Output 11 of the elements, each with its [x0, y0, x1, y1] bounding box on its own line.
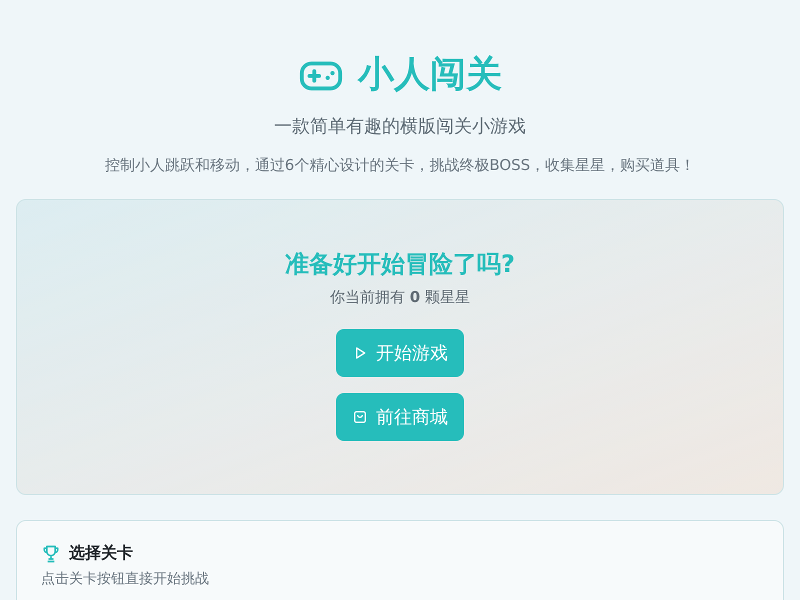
hero-heading: 准备好开始冒险了吗? [285, 249, 515, 280]
trophy-icon [41, 544, 61, 564]
description: 控制小人跳跃和移动，通过6个精心设计的关卡，挑战终极BOSS，收集星星，购买道具！ [104, 156, 696, 175]
section-title: 选择关卡 [69, 543, 133, 564]
section-hint: 点击关卡按钮直接开始挑战 [41, 570, 210, 588]
subtitle: 一款简单有趣的横版闯关小游戏 [274, 115, 526, 138]
star-count-text: 你当前拥有 0 颗星星 [330, 288, 470, 307]
button[interactable]: 前往商城 [336, 393, 464, 441]
app-title: 小人闯关 [358, 53, 502, 97]
button[interactable]: 开始游戏 [336, 329, 464, 377]
shopping-bag-icon [352, 409, 368, 425]
